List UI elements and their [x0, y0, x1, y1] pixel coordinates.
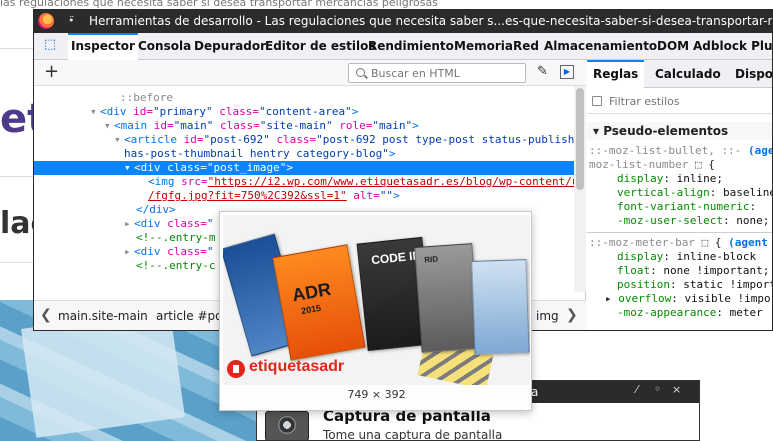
camera-icon — [265, 407, 309, 440]
dialog-description: Tome una captura de pantalla — [323, 428, 503, 441]
breadcrumb-item[interactable]: article #po — [156, 309, 222, 323]
markup-line[interactable]: /fgfg.jpg?fit=750%2C392&ssl=1" alt=""> — [148, 189, 574, 203]
rule-selector[interactable]: moz-list-number ⬚ { — [589, 158, 715, 172]
css-declaration[interactable]: font-variant-numeric: — [617, 200, 756, 214]
brand-logo-text: etiquetasadr — [249, 358, 345, 375]
window-menu-icon[interactable]: •̈ — [68, 14, 75, 27]
css-declaration[interactable]: ▸ overflow: visible !important; — [605, 292, 772, 306]
expand-toggle-icon[interactable]: ▾ — [114, 133, 124, 147]
markup-line[interactable]: ::before — [120, 91, 574, 105]
rules-sidebar: Reglas Calculado Disposición ▾ Pseudo-el… — [587, 60, 772, 330]
filter-styles-box[interactable] — [587, 90, 772, 114]
expand-toggle-icon[interactable]: ▾ — [104, 119, 114, 133]
devtools-titlebar[interactable]: •̈ Herramientas de desarrollo - Las regu… — [34, 10, 772, 33]
devtools-toolbar: ⬚ Inspector Consola Depurador Editor de … — [34, 33, 772, 60]
tab-network[interactable]: Red — [510, 33, 542, 60]
background-divider — [0, 262, 36, 263]
eyedropper-icon[interactable]: ✎ — [537, 64, 548, 79]
css-declaration[interactable]: float: none !important; — [617, 264, 769, 278]
image-src-link[interactable]: "https://i2.wp.com/www.etiquetasadr.es/b… — [208, 175, 574, 188]
markup-line[interactable]: ▾ <main id="main" class="site-main" role=… — [104, 119, 574, 133]
markup-line[interactable]: <img src="https://i2.wp.com/www.etiqueta… — [148, 175, 574, 189]
markup-line[interactable]: ▾ <div id="primary" class="content-area"> — [90, 105, 574, 119]
tab-style-editor[interactable]: Editor de estilos — [262, 33, 379, 60]
tab-debugger[interactable]: Depurador — [191, 33, 269, 60]
search-icon — [356, 68, 365, 77]
book-cover-rid: RID — [414, 243, 480, 353]
collapse-toggle-icon[interactable]: ▾ — [593, 124, 603, 138]
image-src-link[interactable]: /fgfg.jpg?fit=750%2C392&ssl=1" — [148, 189, 347, 202]
tab-layout[interactable]: Disposición — [729, 60, 772, 88]
background-divider — [0, 48, 36, 49]
element-picker-icon[interactable]: ⬚ — [40, 37, 60, 56]
css-declaration[interactable]: -moz-appearance: meter — [617, 306, 763, 320]
image-dimensions: 749 × 392 — [347, 388, 406, 401]
brand-logo-icon — [227, 360, 245, 378]
toggle-sidebar-button[interactable]: ▶ — [560, 65, 574, 79]
tab-memory[interactable]: Memoria — [451, 33, 516, 60]
book-cover — [471, 259, 530, 355]
tab-storage[interactable]: Almacenamiento — [541, 33, 660, 60]
rule-source-link[interactable]: (agent — [748, 144, 772, 157]
tab-performance[interactable]: Rendimiento — [365, 33, 457, 60]
preview-image: ADR 2015 CODE IMDG RID etiquetasadr — [223, 215, 530, 385]
expand-toggle-icon[interactable]: ▸ — [605, 292, 618, 305]
rule-state-icon: ⬚ — [694, 158, 702, 171]
tab-adblock-plus[interactable]: Adblock Plus — [690, 33, 772, 60]
markup-line[interactable]: ▾ <article id="post-692" class="post-692 … — [114, 133, 574, 147]
close-icon[interactable]: × — [672, 383, 681, 396]
css-rules-list: ::-moz-list-bullet, ::- (agent moz-list-… — [587, 144, 772, 330]
markup-toolbar: + ✎ ▶ — [34, 60, 586, 86]
tab-inspector[interactable]: Inspector — [68, 33, 138, 60]
expand-toggle-icon[interactable]: ▸ — [124, 245, 134, 259]
markup-scroll-thumb[interactable] — [576, 88, 584, 190]
maximize-icon[interactable]: ◦ — [654, 382, 661, 396]
markup-scrollbar[interactable] — [574, 86, 586, 292]
add-node-button[interactable]: + — [44, 61, 59, 82]
css-declaration[interactable]: display: inline-block — [617, 250, 756, 264]
tab-rules[interactable]: Reglas — [587, 60, 645, 88]
tab-console[interactable]: Consola — [135, 33, 194, 60]
rule-state-icon: ⬚ — [701, 236, 709, 249]
pseudo-elements-header[interactable]: ▾ Pseudo-elementos — [587, 122, 772, 140]
filter-icon — [592, 96, 602, 106]
breadcrumb-item[interactable]: img — [536, 309, 559, 323]
firefox-logo-icon — [38, 13, 54, 29]
breadcrumb-item[interactable]: main.site-main — [58, 309, 148, 323]
expand-toggle-icon[interactable]: ▾ — [90, 105, 100, 119]
css-declaration[interactable]: -moz-user-select: none; — [617, 214, 769, 228]
html-search-input[interactable] — [371, 66, 521, 81]
window-title: Herramientas de desarrollo - Las regulac… — [89, 14, 772, 28]
tab-dom[interactable]: DOM — [654, 33, 692, 60]
background-divider — [0, 176, 36, 177]
expand-toggle-icon[interactable]: ▸ — [124, 217, 134, 231]
css-declaration[interactable]: vertical-align: baseline; — [617, 186, 772, 200]
css-declaration[interactable]: position: static !important; — [617, 278, 772, 292]
tab-computed[interactable]: Calculado — [649, 60, 727, 88]
rule-selector[interactable]: ::-moz-list-bullet, ::- (agent — [589, 144, 772, 158]
image-preview-tooltip: ADR 2015 CODE IMDG RID etiquetasadr 749 … — [219, 211, 532, 411]
expand-toggle-icon[interactable]: ▾ — [124, 161, 134, 175]
markup-line[interactable]: has-post-thumbnail hentry category-blog"… — [124, 147, 574, 161]
css-declaration[interactable]: display: inline; — [617, 172, 723, 186]
rule-divider — [587, 232, 772, 233]
minimize-icon[interactable]: ⁄ — [636, 383, 638, 396]
rule-source-link[interactable]: (agent — [728, 236, 768, 249]
filter-styles-input[interactable] — [609, 94, 769, 109]
background-page-header-text: las regulaciones que necesita saber si d… — [0, 0, 438, 8]
breadcrumb-scroll-left-icon[interactable]: ❮ — [40, 307, 52, 323]
markup-line-selected[interactable]: ▾ <div class="post_image"> — [34, 161, 574, 175]
html-search-box[interactable] — [348, 63, 526, 83]
rule-selector[interactable]: ::-moz-meter-bar ⬚ { (agent — [589, 236, 768, 250]
sidebar-tabs: Reglas Calculado Disposición — [587, 60, 772, 88]
breadcrumb-scroll-right-icon[interactable]: ❯ — [566, 307, 578, 323]
